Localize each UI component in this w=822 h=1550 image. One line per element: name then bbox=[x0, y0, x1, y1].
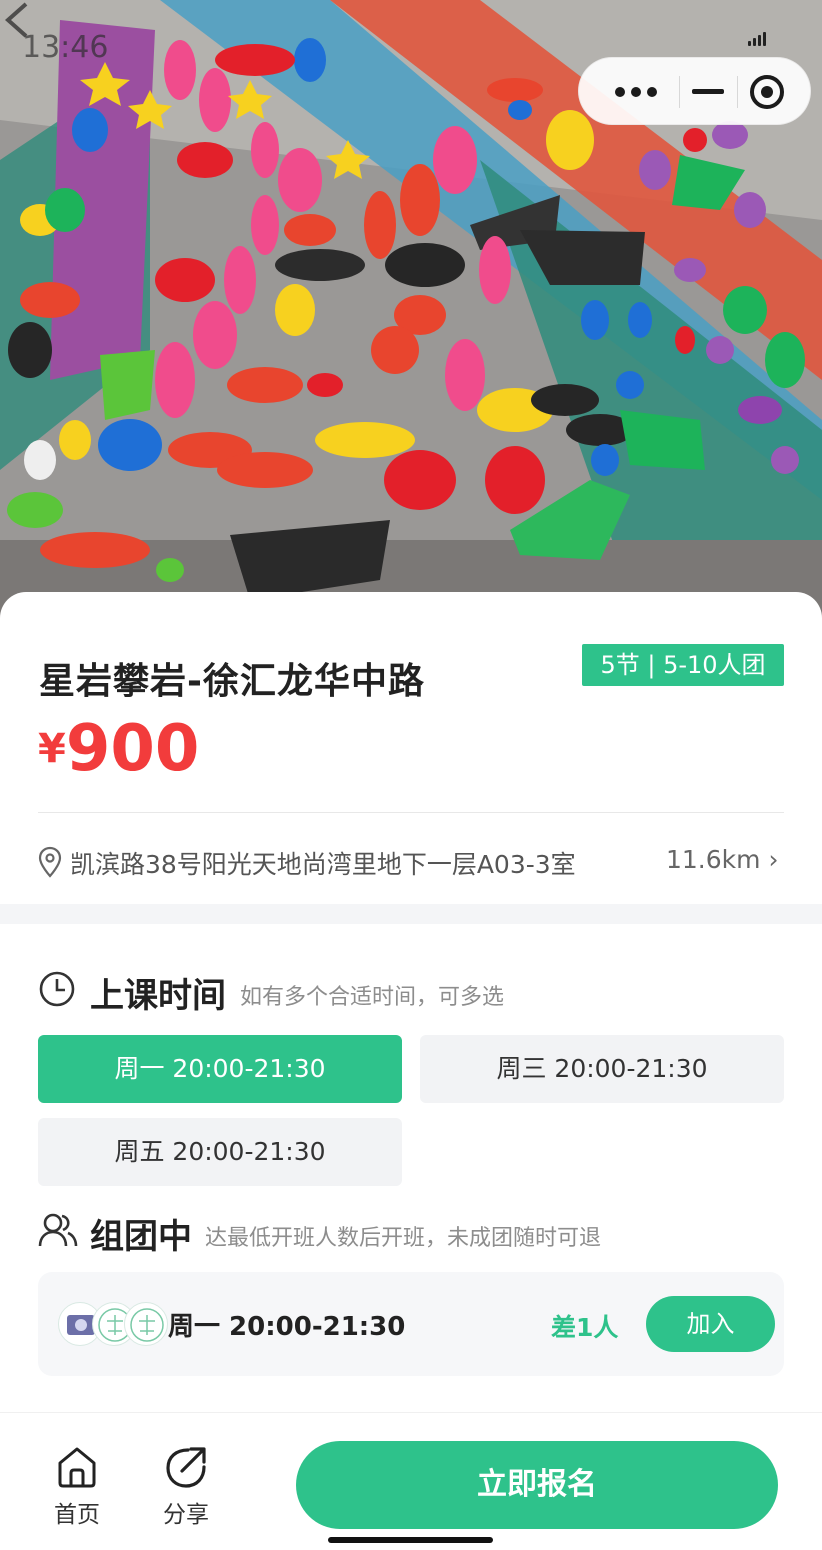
address-text[interactable]: 凯滨路38号阳光天地尚湾里地下一层A03-3室 bbox=[70, 845, 576, 881]
course-badge: 5节 | 5-10人团 bbox=[582, 644, 784, 686]
bottom-bar: 首页 分享 立即报名 bbox=[0, 1412, 822, 1550]
tab-home[interactable]: 首页 bbox=[37, 1445, 117, 1529]
distance-link[interactable]: 11.6km › bbox=[666, 845, 778, 874]
clock-icon bbox=[39, 971, 75, 1007]
schedule-title: 上课时间 bbox=[90, 976, 226, 1016]
time-slot-wed[interactable]: 周三 20:00-21:30 bbox=[420, 1035, 784, 1103]
tab-share[interactable]: 分享 bbox=[146, 1445, 226, 1529]
schedule-hint: 如有多个合适时间，可多选 bbox=[240, 985, 505, 1010]
price-value: 900 bbox=[65, 712, 200, 786]
signup-button[interactable]: 立即报名 bbox=[296, 1441, 778, 1529]
group-card: 周一 20:00-21:30 差1人 加入 bbox=[38, 1272, 784, 1376]
miniprogram-close-icon[interactable] bbox=[750, 75, 784, 109]
tab-home-label: 首页 bbox=[54, 1502, 100, 1528]
back-arrow-icon[interactable] bbox=[0, 0, 32, 40]
time-slot-mon[interactable]: 周一 20:00-21:30 bbox=[38, 1035, 402, 1103]
users-icon bbox=[38, 1213, 78, 1247]
group-need-count: 差1人 bbox=[551, 1313, 619, 1342]
grouping-title: 组团中 bbox=[90, 1217, 192, 1257]
time-slot-fri[interactable]: 周五 20:00-21:30 bbox=[38, 1118, 402, 1186]
join-button[interactable]: 加入 bbox=[646, 1296, 775, 1352]
tab-share-label: 分享 bbox=[163, 1502, 209, 1528]
avatar-image bbox=[130, 1308, 164, 1342]
section-gap bbox=[0, 904, 822, 924]
home-indicator bbox=[328, 1537, 493, 1543]
grouping-hint: 达最低开班人数后开班，未成团随时可退 bbox=[205, 1226, 602, 1251]
course-price: ¥900 bbox=[38, 712, 199, 786]
home-icon bbox=[58, 1447, 96, 1488]
course-title: 星岩攀岩-徐汇龙华中路 bbox=[39, 661, 425, 702]
capsule-divider bbox=[679, 76, 680, 108]
miniprogram-capsule bbox=[578, 57, 811, 125]
capsule-divider bbox=[737, 76, 738, 108]
minimize-icon[interactable] bbox=[692, 89, 724, 94]
status-bar-time: 13:46 bbox=[22, 30, 109, 65]
share-icon bbox=[166, 1447, 206, 1488]
hero-image: 13:46 bbox=[0, 0, 822, 620]
avatar bbox=[124, 1302, 168, 1346]
price-currency: ¥ bbox=[38, 726, 66, 772]
group-time: 周一 20:00-21:30 bbox=[168, 1312, 406, 1342]
location-pin-icon bbox=[38, 846, 62, 878]
divider bbox=[38, 812, 784, 813]
signal-icon bbox=[748, 30, 770, 46]
more-dots-icon[interactable] bbox=[611, 82, 661, 102]
